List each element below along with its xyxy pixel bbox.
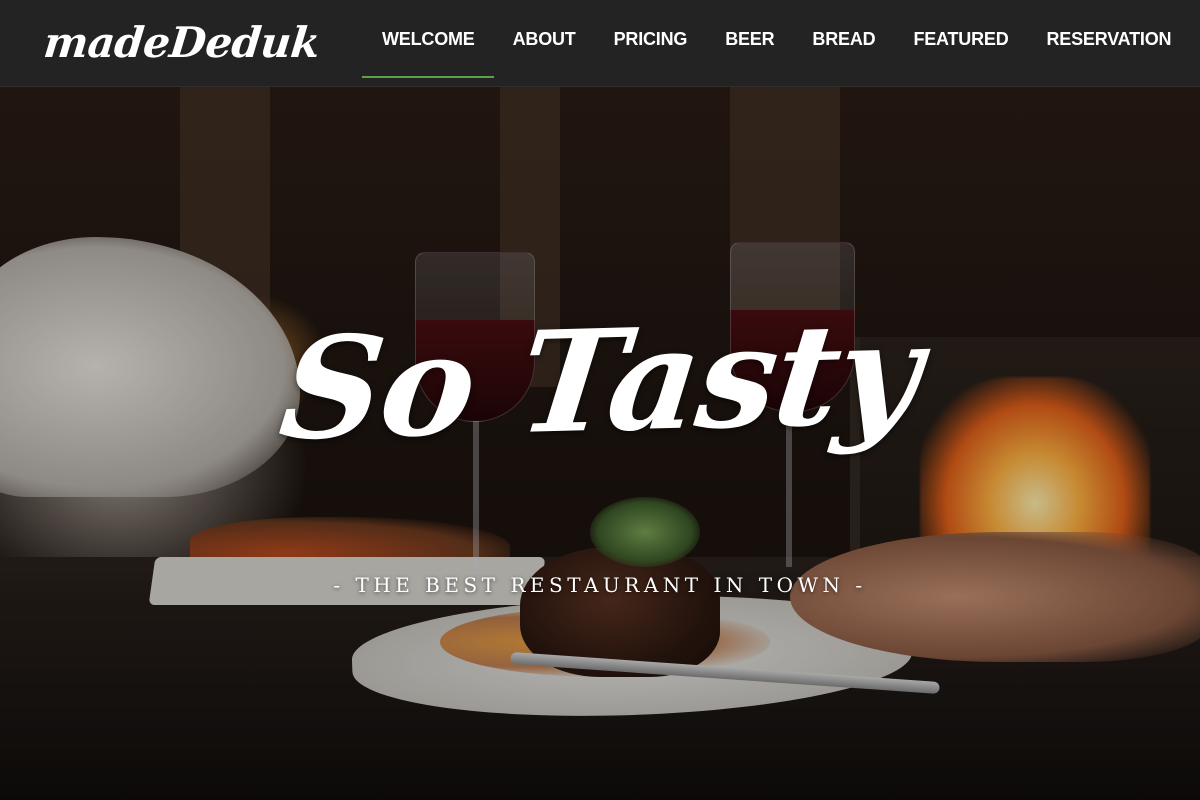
nav-item-about[interactable]: ABOUT	[494, 0, 595, 78]
navbar: madeDeduk WELCOME ABOUT PRICING BEER BRE…	[0, 0, 1200, 87]
nav-item-featured[interactable]: FEATURED	[894, 0, 1027, 78]
nav-item-pricing[interactable]: PRICING	[595, 0, 707, 78]
nav-item-bread[interactable]: BREAD	[793, 0, 894, 78]
hero-title: So Tasty	[272, 291, 928, 473]
main-nav: WELCOME ABOUT PRICING BEER BREAD FEATURE…	[362, 0, 1190, 87]
hero-section: So Tasty - THE BEST RESTAURANT IN TOWN -	[0, 87, 1200, 800]
hero-subtitle: - THE BEST RESTAURANT IN TOWN -	[333, 573, 867, 597]
nav-item-beer[interactable]: BEER	[706, 0, 793, 78]
brand-logo[interactable]: madeDeduk	[41, 18, 322, 68]
nav-item-welcome[interactable]: WELCOME	[362, 0, 494, 78]
nav-item-reservation[interactable]: RESERVATION	[1028, 0, 1191, 78]
